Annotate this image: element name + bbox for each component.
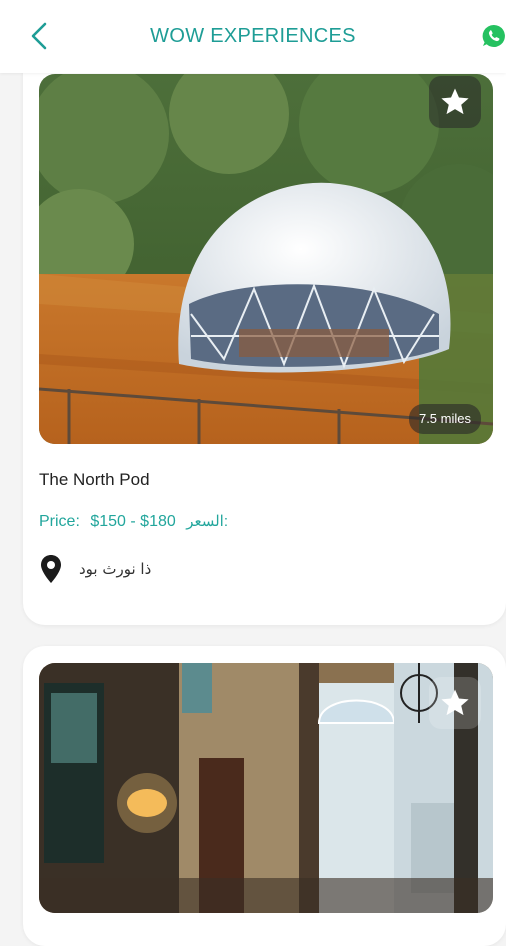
whatsapp-icon xyxy=(482,24,505,47)
price-label: Price: xyxy=(39,513,80,530)
star-icon xyxy=(441,689,469,716)
distance-badge: 7.5 miles xyxy=(408,404,481,434)
favorite-button[interactable] xyxy=(429,76,481,128)
price-label-arabic: السعر: xyxy=(186,513,229,530)
location-row[interactable]: ذا نورث بود xyxy=(39,552,151,586)
top-app-bar: WOW EXPERIENCES xyxy=(0,0,506,73)
page-title: WOW EXPERIENCES xyxy=(150,25,356,47)
experience-name[interactable]: The North Pod xyxy=(39,470,150,490)
experience-card[interactable] xyxy=(23,646,506,946)
price-row: Price: $150 - $180 السعر: xyxy=(39,512,234,531)
stone-interior-photo xyxy=(39,663,493,913)
map-pin-icon xyxy=(41,555,61,583)
whatsapp-button[interactable] xyxy=(481,23,506,49)
experience-photo[interactable]: 7.5 miles xyxy=(39,74,493,444)
dome-tent-photo xyxy=(39,74,493,444)
favorite-button[interactable] xyxy=(429,677,481,729)
price-range: $150 - $180 xyxy=(90,513,176,530)
experience-photo[interactable] xyxy=(39,663,493,913)
location-text: ذا نورث بود xyxy=(79,560,152,578)
experience-card[interactable]: 7.5 miles The North Pod Price: $150 - $1… xyxy=(23,40,506,625)
star-icon xyxy=(441,88,469,115)
